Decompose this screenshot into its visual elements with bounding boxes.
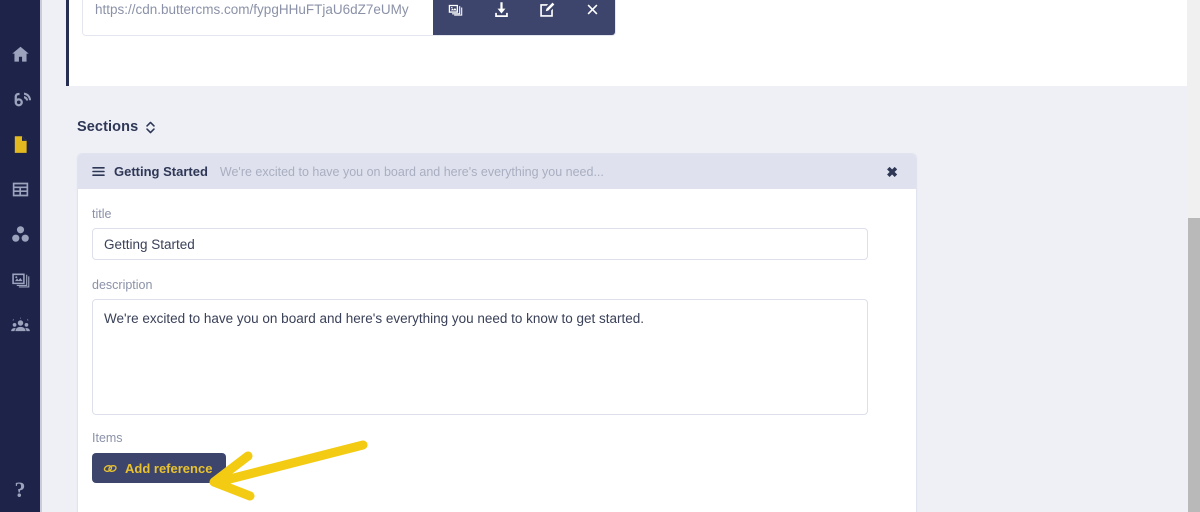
section-card-close-icon[interactable]: ✖ xyxy=(882,163,902,181)
link-chain-icon xyxy=(103,462,118,475)
description-textarea[interactable] xyxy=(92,299,868,415)
image-url-input[interactable] xyxy=(83,0,433,35)
image-preview-card xyxy=(82,0,616,36)
items-field-label: Items xyxy=(92,431,123,445)
add-reference-label: Add reference xyxy=(125,460,213,476)
title-field-label: title xyxy=(92,207,112,221)
main-content: Sections Getting Started We xyxy=(42,0,1188,512)
sidebar-item-help[interactable]: ? xyxy=(0,472,40,508)
section-card-body: title description Items Add reference xyxy=(78,189,916,483)
sidebar-item-blog[interactable] xyxy=(0,77,40,122)
media-icon xyxy=(10,269,31,290)
image-url-row xyxy=(83,0,615,35)
download-icon[interactable] xyxy=(484,0,518,27)
sidebar-item-components[interactable] xyxy=(0,212,40,257)
help-question-icon: ? xyxy=(14,477,26,502)
description-field-label: description xyxy=(92,278,153,292)
sidebar-item-collections[interactable] xyxy=(0,167,40,212)
sidebar-divider xyxy=(40,0,42,512)
sections-heading-row: Sections xyxy=(77,119,156,135)
sidebar-item-media[interactable] xyxy=(0,257,40,302)
home-icon xyxy=(10,44,31,65)
add-reference-button[interactable]: Add reference xyxy=(92,453,227,483)
field-accent-bar xyxy=(66,0,69,86)
sidebar-item-team[interactable] xyxy=(0,302,40,347)
title-input[interactable] xyxy=(92,228,868,260)
sidebar-item-home[interactable] xyxy=(0,32,40,77)
pages-icon xyxy=(10,134,31,155)
section-card-title: Getting Started xyxy=(114,164,208,179)
app-root: ? https://cdn.buttercms.com/fypgHHuFTjaU… xyxy=(0,0,1200,512)
sidebar-item-pages[interactable] xyxy=(0,122,40,167)
blog-icon xyxy=(10,89,31,110)
main-sidebar: ? xyxy=(0,0,40,512)
section-card-header[interactable]: Getting Started We're excited to have yo… xyxy=(78,154,916,189)
section-card-getting-started: Getting Started We're excited to have yo… xyxy=(77,153,917,512)
components-icon xyxy=(10,224,31,245)
team-icon xyxy=(10,314,31,335)
close-icon[interactable] xyxy=(575,0,609,27)
page-scrollbar-thumb[interactable] xyxy=(1188,218,1200,512)
duplicate-image-icon[interactable] xyxy=(439,0,473,27)
image-action-toolbar xyxy=(433,0,615,35)
edit-icon[interactable] xyxy=(530,0,564,27)
collections-icon xyxy=(10,179,31,200)
section-card-subtitle: We're excited to have you on board and h… xyxy=(219,164,604,179)
sort-chevrons-icon[interactable] xyxy=(145,120,156,135)
hamburger-drag-icon[interactable] xyxy=(92,166,105,177)
sections-heading: Sections xyxy=(77,119,139,135)
